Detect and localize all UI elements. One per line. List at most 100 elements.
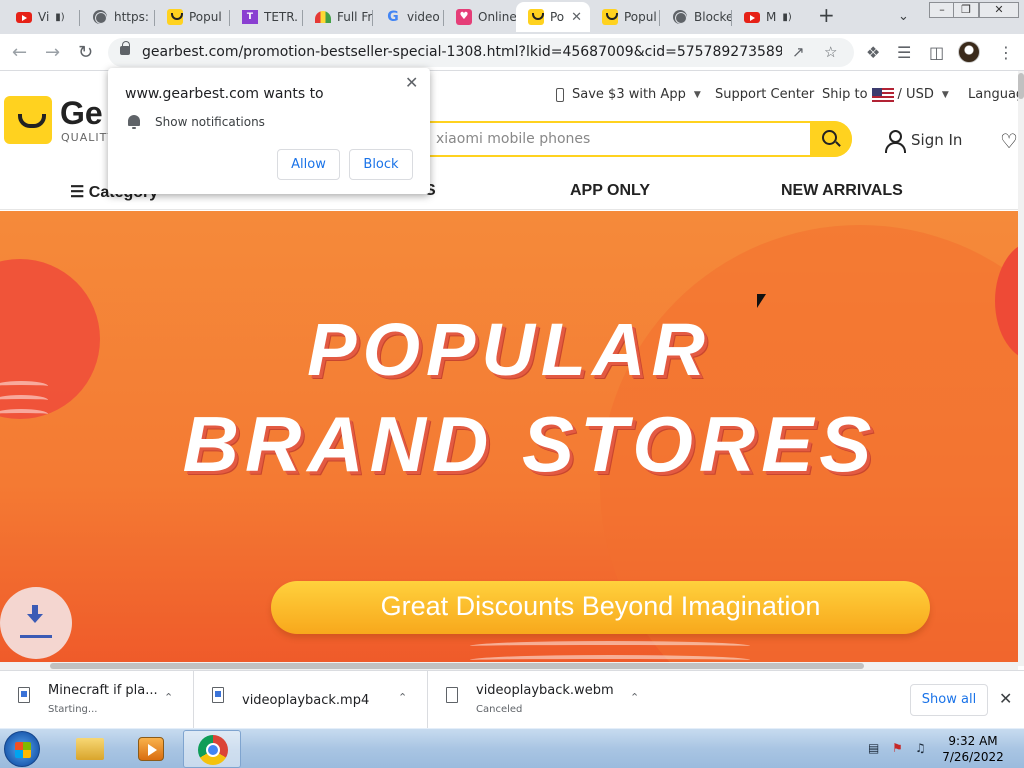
url-text[interactable]: gearbest.com/promotion-bestseller-specia… bbox=[142, 44, 782, 60]
logo-text[interactable]: Ge bbox=[60, 95, 103, 132]
download-name: videoplayback.webm bbox=[476, 683, 614, 698]
bookmark-star-icon[interactable]: ☆ bbox=[824, 43, 837, 61]
tab-title: M bbox=[766, 10, 777, 24]
tab-title: Blocke bbox=[694, 10, 732, 24]
side-panel-icon[interactable]: ◫ bbox=[929, 43, 944, 62]
tab-4[interactable]: T TETR. bbox=[230, 2, 303, 32]
minimize-button[interactable]: – bbox=[929, 2, 955, 18]
volume-icon[interactable]: ♫ bbox=[915, 741, 929, 755]
globe-icon bbox=[672, 9, 688, 25]
chevron-down-icon: ▼ bbox=[941, 89, 949, 100]
video-file-icon bbox=[212, 687, 224, 703]
reload-icon[interactable]: ↻ bbox=[78, 42, 93, 63]
allow-button[interactable]: Allow bbox=[277, 149, 340, 180]
download-app-button[interactable] bbox=[0, 587, 72, 659]
download-name: Minecraft if pla... bbox=[48, 683, 158, 698]
chevron-down-icon: ▼ bbox=[693, 89, 701, 100]
media-control-icon[interactable]: ☰ bbox=[897, 43, 911, 62]
download-status: Starting... bbox=[48, 704, 98, 715]
network-icon[interactable]: ▤ bbox=[868, 741, 882, 755]
share-icon[interactable]: ↗ bbox=[792, 43, 805, 61]
gearbest-logo-icon[interactable] bbox=[4, 96, 52, 144]
speaker-icon[interactable]: ▮) bbox=[55, 12, 64, 23]
banner-headline-1: POPULAR bbox=[307, 308, 711, 391]
download-status: Canceled bbox=[476, 704, 523, 715]
browser-toolbar: ← → ↻ gearbest.com/promotion-bestseller-… bbox=[0, 34, 1024, 71]
promo-banner[interactable]: POPULAR BRAND STORES Great Discounts Bey… bbox=[0, 211, 1018, 666]
download-item[interactable]: videoplayback.mp4 ⌃ bbox=[194, 671, 428, 729]
chevron-up-icon[interactable]: ⌃ bbox=[398, 691, 407, 704]
mouse-cursor-icon bbox=[757, 294, 766, 308]
nav-item-app-only[interactable]: APP ONLY bbox=[570, 182, 650, 200]
save-with-app-label: Save $3 with App bbox=[572, 87, 686, 102]
tab-title: Vi bbox=[38, 10, 50, 24]
popup-title: www.gearbest.com wants to bbox=[125, 86, 324, 102]
restore-button[interactable]: ❐ bbox=[953, 2, 979, 18]
tagline-pill[interactable]: Great Discounts Beyond Imagination bbox=[271, 581, 930, 634]
start-button[interactable] bbox=[4, 731, 40, 767]
download-shelf: Minecraft if pla... Starting... ⌃ videop… bbox=[0, 670, 1024, 729]
tab-6[interactable]: G video bbox=[373, 2, 444, 32]
nav-item-new-arrivals[interactable]: NEW ARRIVALS bbox=[781, 182, 903, 200]
ship-to-selector[interactable]: Ship to / USD ▼ bbox=[822, 87, 949, 102]
tab-7[interactable]: ♥ Online bbox=[444, 2, 516, 32]
window-close-button[interactable]: ✕ bbox=[979, 2, 1019, 18]
vertical-scrollbar[interactable] bbox=[1018, 71, 1024, 666]
close-icon[interactable]: ✕ bbox=[405, 73, 418, 92]
video-file-icon bbox=[18, 687, 30, 703]
popup-permission-text: Show notifications bbox=[155, 115, 265, 129]
menu-kebab-icon[interactable]: ⋮ bbox=[998, 43, 1014, 62]
close-tab-icon[interactable]: ✕ bbox=[571, 10, 582, 25]
tab-10[interactable]: Blocke bbox=[660, 2, 732, 32]
tagline-text: Great Discounts Beyond Imagination bbox=[380, 591, 821, 621]
tab-title: TETR. bbox=[264, 10, 298, 24]
tab-title: Online bbox=[478, 10, 516, 24]
back-arrow-icon[interactable]: ← bbox=[12, 42, 27, 63]
speaker-icon[interactable]: ▮) bbox=[782, 12, 791, 23]
folder-icon bbox=[76, 738, 104, 760]
show-all-button[interactable]: Show all bbox=[910, 684, 988, 716]
download-arrow-icon bbox=[27, 605, 43, 625]
close-icon[interactable]: ✕ bbox=[999, 689, 1012, 708]
new-tab-button[interactable]: + bbox=[818, 3, 835, 27]
tab-9[interactable]: Popul bbox=[590, 2, 660, 32]
rainbow-icon bbox=[315, 9, 331, 25]
taskbar-chrome[interactable] bbox=[183, 730, 241, 768]
block-button[interactable]: Block bbox=[349, 149, 413, 180]
wishlist-heart-icon[interactable]: ♡ bbox=[1000, 129, 1018, 153]
tab-11[interactable]: M ▮) bbox=[732, 2, 804, 32]
tab-active[interactable]: Po ✕ bbox=[516, 2, 590, 32]
tab-title: Popul bbox=[189, 10, 222, 24]
search-input[interactable]: xiaomi mobile phones bbox=[436, 131, 590, 147]
extensions-puzzle-icon[interactable]: ❖ bbox=[866, 43, 880, 62]
tetr-icon: T bbox=[242, 9, 258, 25]
support-center-link[interactable]: Support Center bbox=[715, 87, 814, 102]
horizontal-scrollbar[interactable] bbox=[0, 662, 1018, 670]
taskbar-explorer[interactable] bbox=[60, 730, 118, 768]
forward-arrow-icon[interactable]: → bbox=[45, 42, 60, 63]
download-item[interactable]: Minecraft if pla... Starting... ⌃ bbox=[0, 671, 194, 729]
lock-icon[interactable] bbox=[120, 41, 130, 55]
language-selector[interactable]: Languag bbox=[968, 87, 1018, 102]
download-item[interactable]: videoplayback.webm Canceled ⌃ bbox=[428, 671, 660, 729]
system-clock[interactable]: 9:32 AM 7/26/2022 bbox=[928, 733, 1018, 765]
tab-1[interactable]: Vi ▮) bbox=[4, 2, 80, 32]
tab-3[interactable]: Popul bbox=[155, 2, 230, 32]
search-button[interactable] bbox=[810, 121, 852, 157]
action-center-flag-icon[interactable]: ⚑ bbox=[892, 741, 906, 755]
chevron-up-icon[interactable]: ⌃ bbox=[630, 691, 639, 704]
address-bar[interactable]: gearbest.com/promotion-bestseller-specia… bbox=[108, 38, 854, 67]
profile-avatar[interactable] bbox=[958, 41, 980, 63]
youtube-icon bbox=[16, 9, 32, 25]
tab-search-chevron-icon[interactable]: ⌄ bbox=[898, 9, 909, 24]
chevron-up-icon[interactable]: ⌃ bbox=[164, 691, 173, 704]
user-icon[interactable] bbox=[884, 130, 906, 153]
google-icon: G bbox=[387, 9, 399, 25]
save-with-app-link[interactable]: Save $3 with App ▼ bbox=[556, 87, 701, 102]
tab-5[interactable]: Full Fr bbox=[303, 2, 373, 32]
taskbar-media-player[interactable] bbox=[121, 730, 179, 768]
sign-in-link[interactable]: Sign In bbox=[911, 131, 962, 149]
search-box[interactable]: xiaomi mobile phones bbox=[424, 121, 852, 157]
tab-strip: Vi ▮) https: Popul T TETR. Full Fr G vid… bbox=[0, 0, 1024, 34]
tab-2[interactable]: https: bbox=[80, 2, 155, 32]
